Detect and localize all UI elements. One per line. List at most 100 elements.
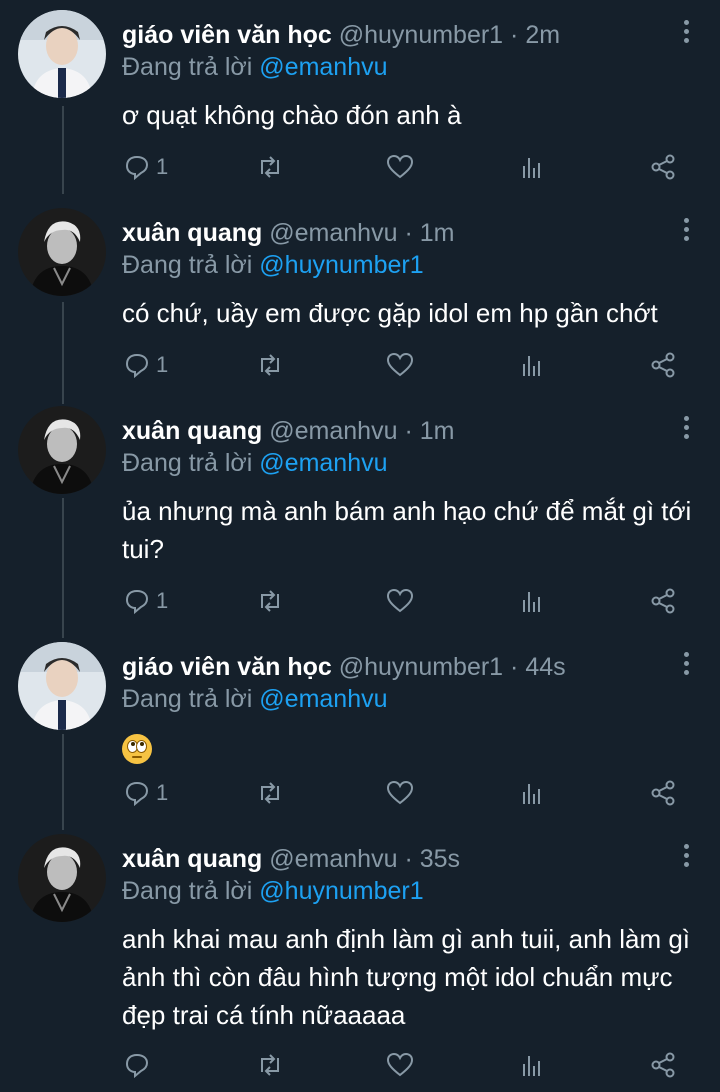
user-handle[interactable]: @huynumber1 xyxy=(339,21,503,49)
share-icon xyxy=(651,352,675,378)
more-options-icon[interactable] xyxy=(682,652,692,678)
heart-icon xyxy=(386,1052,414,1077)
tweet-text: anh khai mau anh định làm gì anh tuii, a… xyxy=(122,924,691,1030)
display-name[interactable]: giáo viên văn học xyxy=(122,21,332,49)
avatar-dark-photo-icon xyxy=(18,208,106,296)
timestamp[interactable]: 35s xyxy=(420,845,460,873)
reply-button[interactable]: 1 xyxy=(124,350,168,380)
reply-icon xyxy=(125,353,149,378)
avatar-light-photo-icon xyxy=(18,642,106,730)
share-button[interactable] xyxy=(650,586,676,616)
retweet-icon xyxy=(261,1054,279,1076)
avatar[interactable] xyxy=(18,406,106,494)
display-name[interactable]: xuân quang xyxy=(122,417,262,445)
reply-icon xyxy=(125,1053,149,1078)
more-options-icon[interactable] xyxy=(682,218,692,244)
replying-to-label: Đang trả lời xyxy=(122,877,253,905)
retweet-button[interactable] xyxy=(256,152,284,182)
display-name[interactable]: xuân quang xyxy=(122,219,262,247)
tweet[interactable]: xuân quang @emanhvu · 1m Đang trả lời @h… xyxy=(0,208,720,398)
share-icon xyxy=(651,588,675,614)
replying-to-label: Đang trả lời xyxy=(122,685,253,713)
separator-dot: · xyxy=(510,653,519,681)
analytics-button[interactable] xyxy=(520,152,544,182)
tweet[interactable]: giáo viên văn học @huynumber1 · 2m Đang … xyxy=(0,10,720,200)
user-handle[interactable]: @huynumber1 xyxy=(339,653,503,681)
like-button[interactable] xyxy=(386,350,414,380)
heart-icon xyxy=(386,780,414,805)
reply-count: 1 xyxy=(156,154,169,179)
action-bar xyxy=(122,1050,682,1080)
action-bar: 1 xyxy=(122,778,682,808)
replying-to-line: Đang trả lời @huynumber1 xyxy=(122,876,424,906)
user-handle[interactable]: @emanhvu xyxy=(269,417,397,445)
reply-icon xyxy=(125,155,149,180)
tweet-text: ơ quạt không chào đón anh à xyxy=(122,100,462,130)
avatar[interactable] xyxy=(18,208,106,296)
reply-to-mention[interactable]: @huynumber1 xyxy=(259,251,423,279)
retweet-icon xyxy=(261,782,279,804)
reply-to-mention[interactable]: @huynumber1 xyxy=(259,877,423,905)
avatar[interactable] xyxy=(18,834,106,922)
retweet-icon xyxy=(261,156,279,178)
timestamp[interactable]: 44s xyxy=(525,653,565,681)
more-options-icon[interactable] xyxy=(682,844,692,870)
retweet-icon xyxy=(261,590,279,612)
timestamp[interactable]: 1m xyxy=(420,219,455,247)
analytics-icon xyxy=(523,592,540,612)
analytics-button[interactable] xyxy=(520,586,544,616)
retweet-button[interactable] xyxy=(256,1050,284,1080)
share-icon xyxy=(651,154,675,180)
tweet-header: xuân quang @emanhvu · 1m xyxy=(122,416,660,446)
analytics-button[interactable] xyxy=(520,350,544,380)
like-button[interactable] xyxy=(386,586,414,616)
share-icon xyxy=(651,1052,675,1078)
timestamp[interactable]: 2m xyxy=(525,21,560,49)
display-name[interactable]: xuân quang xyxy=(122,845,262,873)
user-handle[interactable]: @emanhvu xyxy=(269,845,397,873)
share-icon xyxy=(651,780,675,806)
reply-button[interactable] xyxy=(124,1050,156,1080)
replying-to-label: Đang trả lời xyxy=(122,251,253,279)
separator-dot: · xyxy=(510,21,519,49)
reply-to-mention[interactable]: @emanhvu xyxy=(259,449,387,477)
replying-to-line: Đang trả lời @emanhvu xyxy=(122,448,388,478)
replying-to-line: Đang trả lời @huynumber1 xyxy=(122,250,424,280)
retweet-button[interactable] xyxy=(256,350,284,380)
avatar[interactable] xyxy=(18,10,106,98)
reply-to-mention[interactable]: @emanhvu xyxy=(259,685,387,713)
reply-button[interactable]: 1 xyxy=(124,152,168,182)
replying-to-label: Đang trả lời xyxy=(122,53,253,81)
timestamp[interactable]: 1m xyxy=(420,417,455,445)
like-button[interactable] xyxy=(386,1050,414,1080)
more-options-icon[interactable] xyxy=(682,20,692,46)
share-button[interactable] xyxy=(650,350,676,380)
retweet-button[interactable] xyxy=(256,586,284,616)
tweet[interactable]: xuân quang @emanhvu · 35s Đang trả lời @… xyxy=(0,834,720,1092)
reply-to-mention[interactable]: @emanhvu xyxy=(259,53,387,81)
like-button[interactable] xyxy=(386,152,414,182)
more-options-icon[interactable] xyxy=(682,416,692,442)
heart-icon xyxy=(386,154,414,179)
tweet[interactable]: xuân quang @emanhvu · 1m Đang trả lời @e… xyxy=(0,406,720,634)
tweet[interactable]: giáo viên văn học @huynumber1 · 44s Đang… xyxy=(0,642,720,832)
share-button[interactable] xyxy=(650,1050,676,1080)
tweet-header: giáo viên văn học @huynumber1 · 44s xyxy=(122,652,660,682)
display-name[interactable]: giáo viên văn học xyxy=(122,653,332,681)
analytics-button[interactable] xyxy=(520,778,544,808)
analytics-button[interactable] xyxy=(520,1050,544,1080)
avatar-light-photo-icon xyxy=(18,10,106,98)
share-button[interactable] xyxy=(650,152,676,182)
replying-to-label: Đang trả lời xyxy=(122,449,253,477)
reply-button[interactable]: 1 xyxy=(124,586,168,616)
retweet-button[interactable] xyxy=(256,778,284,808)
avatar[interactable] xyxy=(18,642,106,730)
reply-button[interactable]: 1 xyxy=(124,778,168,808)
reply-icon xyxy=(125,781,149,806)
tweet-header: xuân quang @emanhvu · 1m xyxy=(122,218,660,248)
reply-count: 1 xyxy=(156,352,169,377)
action-bar: 1 xyxy=(122,586,682,616)
share-button[interactable] xyxy=(650,778,676,808)
user-handle[interactable]: @emanhvu xyxy=(269,219,397,247)
like-button[interactable] xyxy=(386,778,414,808)
